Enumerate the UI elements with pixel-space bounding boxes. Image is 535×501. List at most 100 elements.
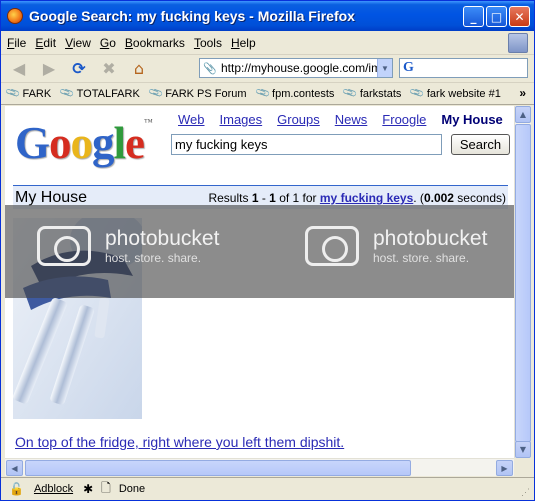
logo-letter: o [49, 118, 71, 168]
menu-tools[interactable]: Tools [194, 36, 222, 50]
bookmark-icon: 📎 [147, 85, 165, 102]
page-icon: 📎 [203, 62, 217, 75]
bookmark-fark-website[interactable]: 📎 fark website #1 [409, 85, 501, 102]
bookmark-label: TOTALFARK [76, 87, 140, 100]
menu-view[interactable]: View [65, 36, 91, 50]
watermark-brand: photobucket [373, 227, 488, 250]
menu-bookmarks[interactable]: Bookmarks [125, 36, 185, 50]
bookmark-icon: 📎 [5, 85, 22, 102]
padlock-icon: 🔓 [9, 482, 24, 496]
stats-text: seconds) [453, 191, 506, 205]
url-dropdown-icon[interactable]: ▼ [377, 59, 392, 77]
bookmarks-overflow-icon[interactable]: » [519, 86, 526, 100]
camera-icon [305, 226, 359, 266]
status-bar: 🔓 Adblock ✱ 🗋 Done ⋰ [1, 477, 534, 500]
watermark-tagline: host. store. share. [373, 251, 470, 265]
search-box[interactable]: G [399, 58, 528, 78]
stats-from: 1 [251, 191, 259, 205]
bookmark-icon: 📎 [409, 85, 426, 102]
menu-help[interactable]: Help [231, 36, 256, 50]
menu-edit[interactable]: Edit [35, 36, 56, 50]
scroll-corner [514, 458, 531, 476]
tab-froogle[interactable]: Froogle [382, 112, 426, 127]
results-stats: Results 1 - 1 of 1 for my fucking keys. … [208, 191, 506, 205]
document-icon: 🗋 [101, 480, 111, 495]
bookmarks-toolbar: 📎 FARK 📎 TOTALFARK 📎 FARK PS Forum 📎 fpm.con… [1, 83, 534, 105]
search-tabs: Web Images Groups News Froogle My House [178, 112, 503, 127]
bookmark-label: farkstats [359, 87, 402, 100]
tab-groups[interactable]: Groups [277, 112, 320, 127]
tab-my-house: My House [441, 112, 503, 127]
trademark: ™ [144, 117, 153, 127]
scroll-left-icon[interactable]: ◀ [6, 460, 23, 476]
bug-icon[interactable]: ✱ [83, 482, 93, 496]
vertical-scrollbar[interactable]: ▲ ▼ [514, 106, 531, 458]
watermark-right: photobucket host. store. share. [305, 226, 487, 266]
scroll-down-icon[interactable]: ▼ [515, 441, 531, 458]
close-button[interactable]: ✕ [509, 6, 530, 27]
bookmark-label: fpm.contests [272, 87, 335, 100]
stop-icon[interactable]: ✖ [97, 58, 121, 80]
window-title: Google Search: my fucking keys - Mozilla… [29, 8, 355, 24]
bookmark-icon: 📎 [342, 85, 359, 102]
logo-letter: o [70, 118, 93, 168]
watermark-text: photobucket host. store. share. [105, 227, 219, 265]
watermark-brand: photobucket [105, 227, 220, 250]
search-button[interactable]: Search [451, 134, 510, 155]
scroll-right-icon[interactable]: ▶ [496, 460, 513, 476]
url-text[interactable]: http://myhouse.google.com/ima [221, 61, 377, 75]
logo-letter: l [113, 118, 126, 168]
reload-icon[interactable]: ⟳ [67, 58, 91, 80]
logo-letter: g [92, 118, 114, 168]
menu-file[interactable]: File [7, 36, 26, 50]
result-link[interactable]: On top of the fridge, right where you le… [15, 434, 344, 450]
watermark-text: photobucket host. store. share. [373, 227, 487, 265]
bookmark-fpm-contests[interactable]: 📎 fpm.contests [254, 85, 335, 102]
watermark-left: photobucket host. store. share. [37, 226, 219, 266]
google-logo[interactable]: Google™ [15, 117, 153, 169]
stats-text: - [258, 191, 270, 205]
resize-grip-icon[interactable]: ⋰ [521, 487, 530, 498]
adblock-link[interactable]: Adblock [34, 483, 73, 495]
back-arrow-icon[interactable]: ◀ [7, 58, 31, 80]
watermark-tagline: host. store. share. [105, 251, 202, 265]
horizontal-scrollbar[interactable]: ◀ ▶ [5, 458, 514, 476]
bookmark-label: fark website #1 [426, 87, 501, 100]
vertical-scroll-thumb[interactable] [515, 124, 531, 442]
search-input[interactable]: my fucking keys [171, 134, 442, 155]
bookmark-label: FARK [22, 87, 52, 100]
window-controls: _ □ ✕ [463, 6, 530, 27]
navigation-toolbar: ◀ ▶ ⟳ ✖ ⌂ 📎 http://myhouse.google.com/im… [1, 55, 534, 83]
tab-news[interactable]: News [335, 112, 368, 127]
maximize-button[interactable]: □ [486, 6, 507, 27]
bookmark-icon: 📎 [254, 85, 271, 102]
minimize-button[interactable]: _ [463, 6, 484, 27]
stats-text: Results [208, 191, 252, 205]
tab-images[interactable]: Images [220, 112, 263, 127]
photobucket-watermark: photobucket host. store. share. photobuc… [5, 205, 514, 298]
google-search-engine-icon[interactable]: G [403, 60, 414, 76]
browser-window: Google Search: my fucking keys - Mozilla… [0, 0, 535, 501]
bookmark-icon: 📎 [59, 85, 76, 102]
menu-go[interactable]: Go [100, 36, 116, 50]
firefox-icon [7, 8, 23, 24]
bookmark-fark-ps-forum[interactable]: 📎 FARK PS Forum [147, 85, 247, 102]
horizontal-scroll-thumb[interactable] [25, 460, 411, 476]
status-text: Done [118, 483, 146, 495]
stats-text: . ( [413, 191, 424, 205]
scroll-up-icon[interactable]: ▲ [515, 106, 531, 123]
bookmark-farkstats[interactable]: 📎 farkstats [342, 85, 402, 102]
tab-web[interactable]: Web [178, 112, 205, 127]
menu-bar: File Edit View Go Bookmarks Tools Help [1, 31, 534, 55]
logo-letter: G [15, 118, 50, 168]
stats-to: 1 [269, 191, 276, 205]
logo-letter: e [125, 118, 145, 168]
address-bar[interactable]: 📎 http://myhouse.google.com/ima ▼ [199, 58, 393, 78]
home-icon[interactable]: ⌂ [127, 58, 151, 80]
results-query-link[interactable]: my fucking keys [320, 191, 413, 205]
bookmark-fark[interactable]: 📎 FARK [5, 85, 52, 102]
bookmark-totalfark[interactable]: 📎 TOTALFARK [59, 85, 140, 102]
bookmark-label: FARK PS Forum [165, 87, 247, 100]
camera-icon [37, 226, 91, 266]
forward-arrow-icon[interactable]: ▶ [37, 58, 61, 80]
